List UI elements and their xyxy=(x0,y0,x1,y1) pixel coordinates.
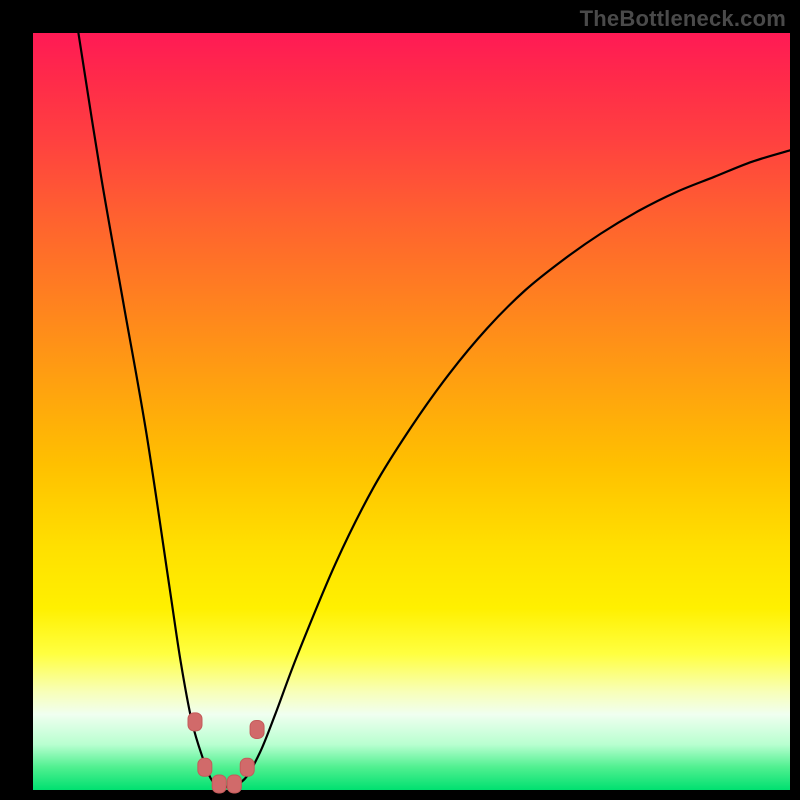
curve-marker xyxy=(240,758,254,776)
curve-marker xyxy=(212,775,226,793)
curve-markers xyxy=(188,713,264,793)
plot-area xyxy=(33,33,790,790)
chart-frame: TheBottleneck.com xyxy=(0,0,800,800)
bottleneck-curve xyxy=(78,33,790,787)
curve-marker xyxy=(198,758,212,776)
curve-marker xyxy=(227,775,241,793)
chart-svg xyxy=(33,33,790,790)
attribution-watermark: TheBottleneck.com xyxy=(580,6,786,32)
curve-marker xyxy=(188,713,202,731)
curve-marker xyxy=(250,720,264,738)
